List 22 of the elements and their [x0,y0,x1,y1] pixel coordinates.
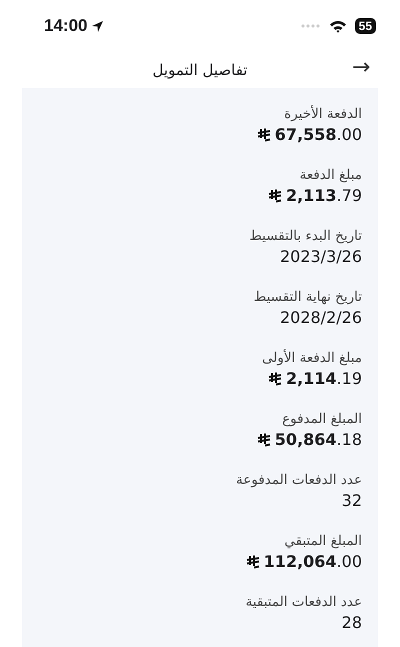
status-time: 14:00 [44,15,88,38]
detail-value: 2023/3/26 [280,246,362,267]
detail-label: تاريخ نهاية التقسيط [254,288,362,307]
detail-label: عدد الدفعات المدفوعة [236,471,362,490]
detail-value: 2,113.79 [286,185,362,206]
detail-label: المبلغ المدفوع [282,410,362,429]
detail-label: عدد الدفعات المتبقية [246,593,362,612]
back-button[interactable]: → [352,54,370,82]
detail-value: 50,864.18 [274,429,362,450]
page-title: تفاصيل التمويل [152,60,248,81]
detail-label: الدفعة الأخيرة [284,104,362,124]
detail-label: مبلغ الدفعة [300,166,362,185]
detail-value: 28 [342,612,362,633]
detail-value: 2028/2/26 [280,307,362,328]
detail-value: 32 [342,490,362,511]
detail-label: تاريخ البدء بالتقسيط [249,227,362,246]
battery-level: 55 [354,18,376,34]
detail-label: مبلغ الدفعة الأولى [262,348,362,368]
detail-label: المبلغ المتبقي [284,532,362,551]
detail-value: 67,558.00 [274,124,362,145]
detail-value: 2,114.19 [286,368,362,389]
detail-value: 112,064.00 [264,551,362,572]
